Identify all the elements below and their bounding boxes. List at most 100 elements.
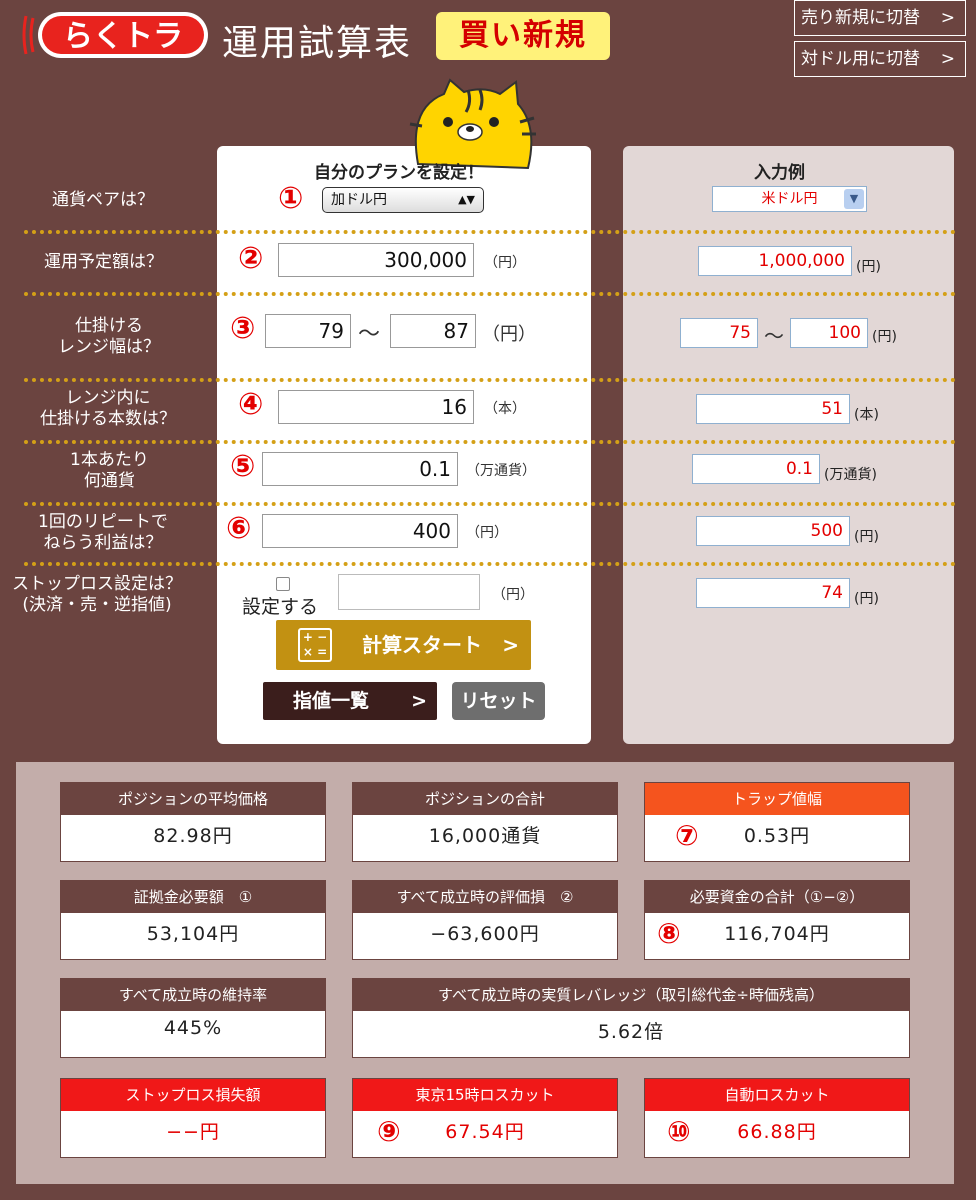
lot-input[interactable]: 0.1 xyxy=(262,452,458,486)
example-range-high-input[interactable]: 100 xyxy=(790,318,868,348)
chevron-right-icon: > xyxy=(502,633,519,657)
chevron-right-icon: > xyxy=(411,690,427,712)
result-value: 67.54円 xyxy=(445,1121,525,1143)
result-label: すべて成立時の維持率 xyxy=(61,979,325,1011)
result-leverage: すべて成立時の実質レバレッジ（取引総代金÷時価残高） 5.62倍 xyxy=(352,978,910,1058)
result-value: 82.98円 xyxy=(153,825,233,847)
unit-label: (円) xyxy=(854,529,879,545)
row-separator xyxy=(24,562,956,566)
stoploss-input[interactable] xyxy=(338,574,480,610)
stoploss-checkbox[interactable] xyxy=(276,577,290,591)
result-label: すべて成立時の実質レバレッジ（取引総代金÷時価残高） xyxy=(353,979,909,1011)
calc-start-label: 計算スタート xyxy=(362,633,482,657)
chevron-right-icon: > xyxy=(940,8,955,28)
logo-text: らくトラ xyxy=(63,19,183,54)
updown-caret-icon: ▲▼ xyxy=(458,193,475,206)
count-input[interactable]: 16 xyxy=(278,390,474,424)
result-value: −−円 xyxy=(166,1121,220,1143)
example-stoploss-input[interactable]: 74 xyxy=(696,578,850,608)
example-heading: 入力例 xyxy=(754,163,805,183)
unit-label: （円） xyxy=(466,525,508,541)
row-separator xyxy=(24,502,956,506)
result-value: 445% xyxy=(163,1017,223,1039)
question-amount: 運用予定額は？ xyxy=(44,252,163,272)
step-number: ② xyxy=(238,241,264,276)
question-count-line2: 仕掛ける本数は？ xyxy=(40,409,176,429)
currency-pair-select[interactable]: 加ドル円 ▲▼ xyxy=(322,187,484,213)
question-lot: 1本あたり 何通貨 xyxy=(70,450,149,492)
limit-list-button[interactable]: 指値一覧 > xyxy=(263,682,437,720)
question-count-line1: レンジ内に xyxy=(65,388,151,408)
result-label: 東京15時ロスカット xyxy=(353,1079,617,1111)
question-profit-line1: 1回のリピートで xyxy=(38,512,168,532)
result-stoploss-amount: ストップロス損失額 −−円 xyxy=(60,1078,326,1158)
example-lot-input[interactable]: 0.1 xyxy=(692,454,820,484)
row-separator xyxy=(24,378,956,382)
unit-label: (円) xyxy=(872,329,897,345)
reset-button[interactable]: リセット xyxy=(452,682,545,720)
unit-label: (万通貨) xyxy=(824,467,877,483)
calc-start-button[interactable]: + − × = 計算スタート > xyxy=(276,620,531,670)
results-section: ポジションの平均価格 82.98円 ポジションの合計 16,000通貨 トラップ… xyxy=(16,762,954,1184)
result-label: 証拠金必要額 ① xyxy=(61,881,325,913)
example-currency-pair-select[interactable]: 米ドル円 ▼ xyxy=(712,186,867,212)
question-range: 仕掛ける レンジ幅は？ xyxy=(58,316,160,358)
limit-list-label: 指値一覧 xyxy=(293,690,370,712)
result-value: −63,600円 xyxy=(430,923,540,945)
result-tokyo-losscut: 東京15時ロスカット ⑨ 67.54円 xyxy=(352,1078,618,1158)
rakutora-logo: らくトラ xyxy=(22,12,208,58)
row-separator xyxy=(24,440,956,444)
unit-label: （本） xyxy=(484,401,526,417)
result-trap-width: トラップ値幅 ⑦ 0.53円 xyxy=(644,782,910,862)
result-value: 16,000通貨 xyxy=(428,825,542,847)
profit-input[interactable]: 400 xyxy=(262,514,458,548)
result-value: 53,104円 xyxy=(146,923,240,945)
result-label: 必要資金の合計（①−②） xyxy=(645,881,909,913)
switch-usd-button[interactable]: 対ドル用に切替 > xyxy=(794,41,966,77)
question-stoploss: ストップロス設定は？ (決済・売・逆指値) xyxy=(12,574,182,616)
result-label: 自動ロスカット xyxy=(645,1079,909,1111)
unit-label: （円） xyxy=(482,324,536,345)
result-value: 66.88円 xyxy=(737,1121,817,1143)
example-currency-pair-value: 米ドル円 xyxy=(761,191,818,207)
range-low-input[interactable]: 79 xyxy=(265,314,351,348)
step-number: ⑤ xyxy=(230,449,256,484)
example-amount-input[interactable]: 1,000,000 xyxy=(698,246,852,276)
switch-sell-label: 売り新規に切替 xyxy=(801,8,920,28)
example-range-low-input[interactable]: 75 xyxy=(680,318,758,348)
question-profit: 1回のリピートで ねらう利益は？ xyxy=(38,512,168,554)
unit-label: （万通貨） xyxy=(466,463,536,479)
calculator-icon: + − × = xyxy=(298,628,332,662)
question-currency-pair: 通貨ペアは？ xyxy=(52,190,154,210)
question-stoploss-line2: (決済・売・逆指値) xyxy=(22,595,172,615)
range-high-input[interactable]: 87 xyxy=(390,314,476,348)
question-count: レンジ内に 仕掛ける本数は？ xyxy=(40,388,176,430)
result-required-funds: 必要資金の合計（①−②） ⑧ 116,704円 xyxy=(644,880,910,960)
example-panel xyxy=(623,146,954,744)
chevron-right-icon: > xyxy=(940,49,955,69)
unit-label: （円） xyxy=(484,255,526,271)
result-auto-losscut: 自動ロスカット ⑩ 66.88円 xyxy=(644,1078,910,1158)
switch-sell-button[interactable]: 売り新規に切替 > xyxy=(794,0,966,36)
chevron-down-icon: ▼ xyxy=(844,189,864,209)
result-avg-price: ポジションの平均価格 82.98円 xyxy=(60,782,326,862)
result-label: すべて成立時の評価損 ② xyxy=(353,881,617,913)
result-total-position: ポジションの合計 16,000通貨 xyxy=(352,782,618,862)
result-label: ストップロス損失額 xyxy=(61,1079,325,1111)
step-number: ③ xyxy=(230,311,256,346)
question-stoploss-line1: ストップロス設定は？ xyxy=(12,574,182,594)
result-value: 0.53円 xyxy=(743,825,811,847)
example-count-input[interactable]: 51 xyxy=(696,394,850,424)
result-label: ポジションの平均価格 xyxy=(61,783,325,815)
row-separator xyxy=(24,292,956,296)
question-range-line1: 仕掛ける xyxy=(75,316,143,336)
question-range-line2: レンジ幅は？ xyxy=(58,337,160,357)
result-maintenance-rate: すべて成立時の維持率 445% xyxy=(60,978,326,1058)
step-number: ④ xyxy=(238,387,264,422)
row-separator xyxy=(24,230,956,234)
unit-label: (円) xyxy=(854,591,879,607)
amount-input[interactable]: 300,000 xyxy=(278,243,474,277)
page-title: 運用試算表 xyxy=(222,23,413,64)
example-profit-input[interactable]: 500 xyxy=(696,516,850,546)
step-number: ① xyxy=(278,181,304,216)
